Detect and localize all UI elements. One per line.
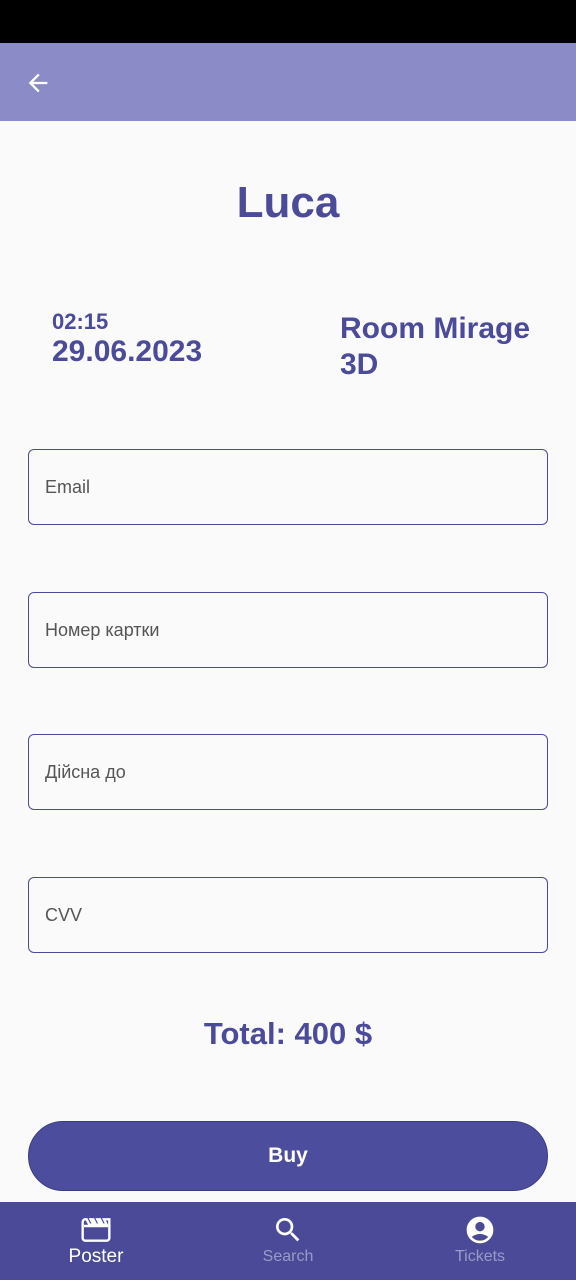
show-date: 29.06.2023 (52, 335, 203, 368)
app-bar (0, 43, 576, 121)
buy-button-label: Buy (268, 1144, 308, 1167)
email-field[interactable] (28, 449, 548, 525)
nav-label-tickets: Tickets (454, 1248, 506, 1265)
bottom-navigation: Poster Search Tickets (0, 1202, 576, 1280)
account-circle-icon (464, 1214, 496, 1246)
status-bar (0, 0, 576, 43)
expiry-date-field[interactable] (28, 734, 548, 810)
total-price: Total: 400 $ (203, 1016, 373, 1051)
back-button[interactable] (18, 63, 58, 103)
movie-title: Luca (236, 178, 340, 227)
search-icon (272, 1214, 304, 1246)
cvv-field[interactable] (28, 877, 548, 953)
buy-button[interactable]: Buy (28, 1121, 548, 1191)
clapperboard-icon (80, 1214, 112, 1246)
arrow-back-icon (28, 73, 48, 93)
show-time: 02:15 (52, 309, 109, 334)
screen: Luca 02:15 29.06.2023 Room Mirage 3D Tot… (0, 0, 576, 1280)
nav-item-tickets[interactable]: Tickets (384, 1202, 576, 1280)
nav-item-poster[interactable]: Poster (0, 1202, 192, 1280)
nav-label-search: Search (262, 1248, 314, 1265)
card-number-field[interactable] (28, 592, 548, 668)
room-name: Room Mirage 3D (340, 312, 531, 381)
nav-item-search[interactable]: Search (192, 1202, 384, 1280)
nav-label-poster: Poster (68, 1246, 124, 1267)
